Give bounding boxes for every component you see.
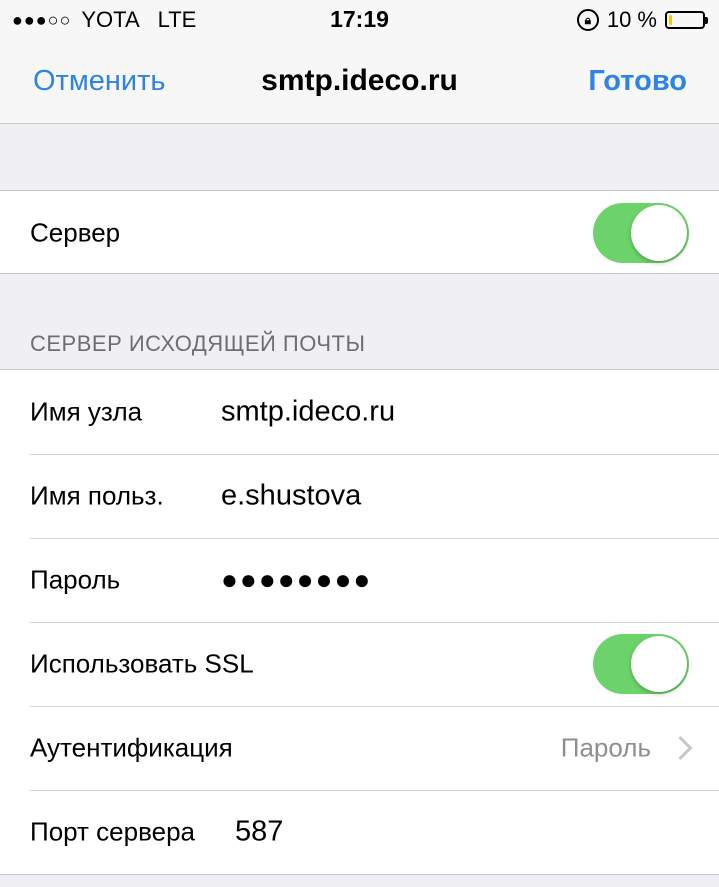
status-bar: ●●●○○ YOTA LTE 17:19 🔒︎ 10 % bbox=[0, 0, 719, 40]
server-toggle[interactable] bbox=[593, 203, 689, 263]
password-row[interactable]: Пароль ●●●●●●●● bbox=[0, 538, 719, 622]
top-bar: ●●●○○ YOTA LTE 17:19 🔒︎ 10 % Отменить sm… bbox=[0, 0, 719, 124]
toggle-knob bbox=[631, 205, 687, 261]
host-row[interactable]: Имя узла smtp.ideco.ru bbox=[0, 370, 719, 454]
auth-label: Аутентификация bbox=[30, 732, 233, 763]
chevron-right-icon bbox=[668, 735, 693, 761]
username-field[interactable]: e.shustova bbox=[221, 480, 361, 513]
outgoing-server-group: Имя узла smtp.ideco.ru Имя польз. e.shus… bbox=[0, 369, 719, 875]
toggle-knob bbox=[631, 636, 687, 692]
server-group: Сервер bbox=[0, 190, 719, 274]
rotation-lock-icon: 🔒︎ bbox=[576, 9, 599, 31]
auth-row[interactable]: Аутентификация Пароль bbox=[0, 706, 719, 790]
port-field[interactable]: 587 bbox=[235, 816, 283, 849]
host-label: Имя узла bbox=[30, 396, 143, 427]
battery-fill bbox=[669, 15, 672, 25]
server-row: Сервер bbox=[0, 191, 719, 275]
section-header: СЕРВЕР ИСХОДЯЩЕЙ ПОЧТЫ bbox=[30, 331, 366, 356]
ssl-toggle[interactable] bbox=[593, 634, 689, 694]
status-right: 🔒︎ 10 % bbox=[576, 7, 708, 33]
username-label: Имя польз. bbox=[30, 480, 164, 511]
battery-percent: 10 % bbox=[606, 7, 657, 32]
done-button[interactable]: Готово bbox=[588, 65, 687, 98]
auth-value: Пароль bbox=[560, 732, 651, 763]
password-label: Пароль bbox=[30, 564, 121, 595]
host-field[interactable]: smtp.ideco.ru bbox=[221, 396, 395, 429]
ssl-row: Использовать SSL bbox=[0, 622, 719, 706]
username-row[interactable]: Имя польз. e.shustova bbox=[0, 454, 719, 538]
navigation-bar: Отменить smtp.ideco.ru Готово bbox=[0, 40, 719, 124]
port-row[interactable]: Порт сервера 587 bbox=[0, 790, 719, 874]
battery-icon bbox=[665, 11, 708, 29]
server-label: Сервер bbox=[30, 217, 121, 248]
ssl-label: Использовать SSL bbox=[30, 648, 254, 679]
port-label: Порт сервера bbox=[30, 816, 195, 847]
password-field[interactable]: ●●●●●●●● bbox=[221, 564, 372, 596]
